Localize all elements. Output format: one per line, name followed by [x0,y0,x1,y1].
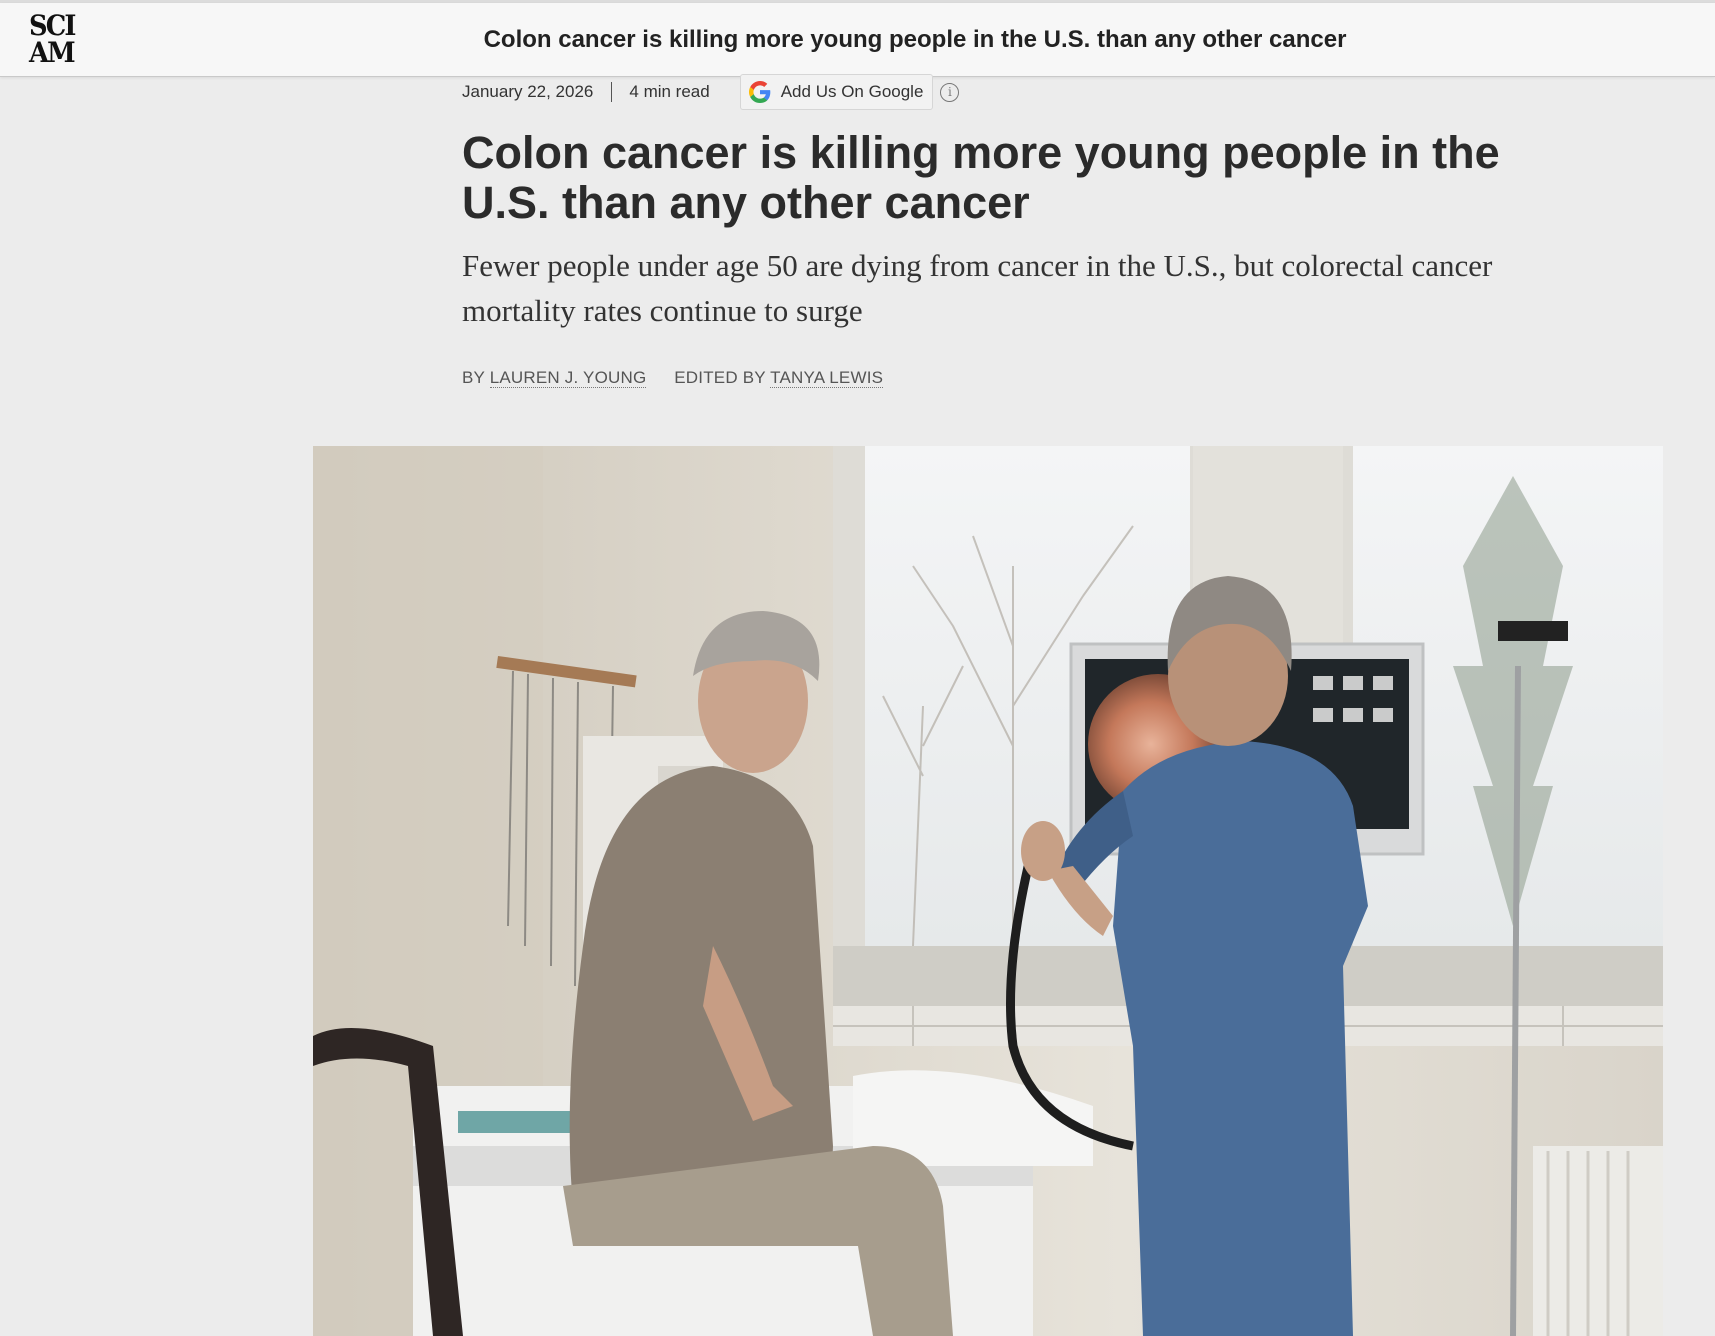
byline-by-prefix: BY [462,368,485,387]
header-article-title: Colon cancer is killing more young peopl… [483,26,1347,53]
site-header: SCI AM Colon cancer is killing more youn… [0,3,1715,77]
byline-edited-prefix: EDITED BY [674,368,766,387]
google-g-icon [748,81,771,103]
add-us-on-google-button[interactable]: Add Us On Google [739,74,934,110]
article-headline: Colon cancer is killing more young peopl… [462,127,1500,228]
author-link[interactable]: LAUREN J. YOUNG [489,368,647,388]
read-time: 4 min read [629,82,710,101]
byline: BY LAUREN J. YOUNG EDITED BY TANYA LEWIS [462,368,884,388]
hero-illustration [313,446,1663,1336]
article-dek: Fewer people under age 50 are dying from… [462,248,1493,328]
publish-date: January 22, 2026 [462,82,594,101]
google-button-label: Add Us On Google [780,82,924,101]
hero-image [313,446,1663,1336]
meta-divider [611,82,613,102]
info-circle-icon[interactable]: i [940,82,960,102]
editor-link[interactable]: TANYA LEWIS [770,368,884,388]
article-meta: January 22, 2026 4 min read Add Us On Go… [462,74,960,110]
